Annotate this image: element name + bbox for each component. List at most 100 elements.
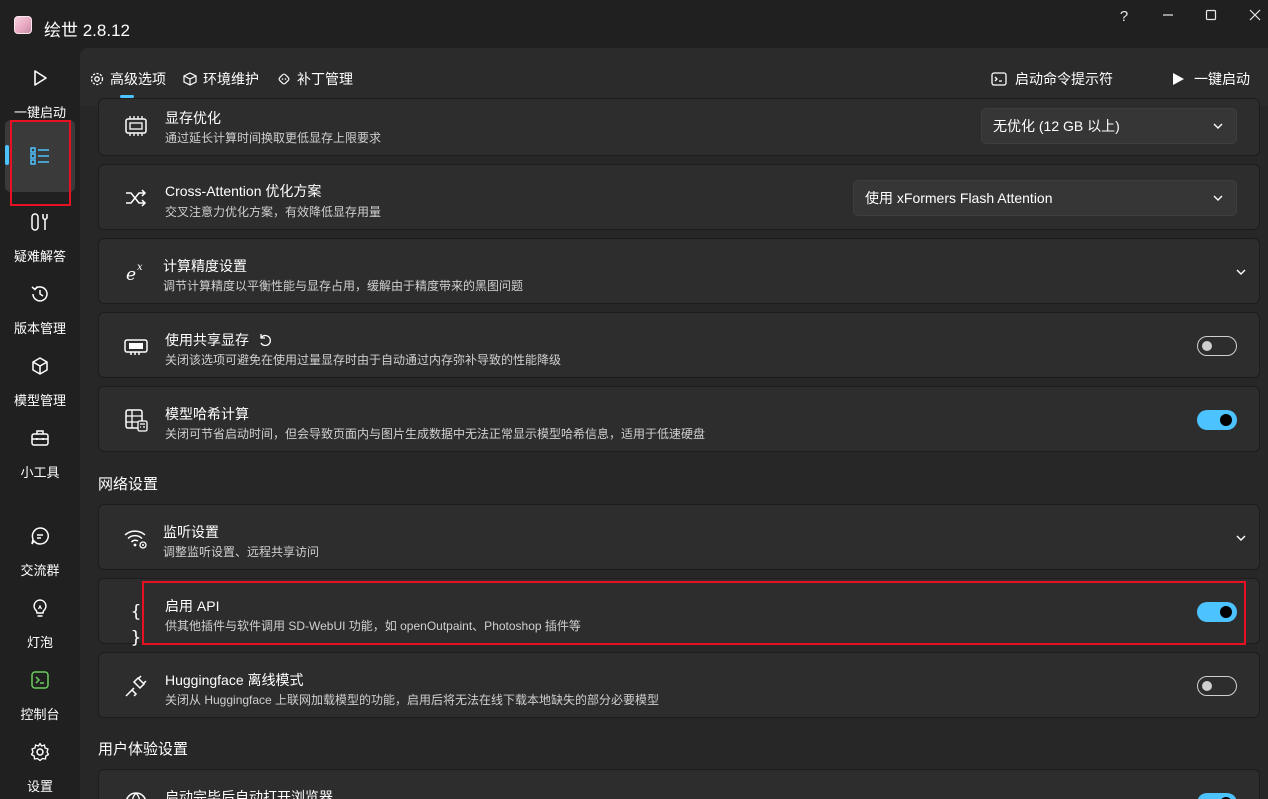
close-button[interactable] [1243, 6, 1267, 28]
sidebar: 一键启动 疑难解答 版本管理 模型管理 小工具 交流群 灯泡 控制台 设置 [0, 48, 80, 799]
setting-listen[interactable]: 监听设置 调整监听设置、远程共享访问 [98, 504, 1260, 570]
package-icon [183, 72, 197, 86]
patch-icon [278, 73, 290, 85]
setting-title: 模型哈希计算 [165, 406, 249, 422]
minimize-icon [1163, 14, 1173, 16]
tab-environment[interactable]: 环境维护 [183, 68, 259, 90]
setting-desc: 调节计算精度以平衡性能与显存占用，缓解由于精度带来的黑图问题 [163, 279, 524, 293]
setting-auto-browser: 启动完毕后自动打开浏览器 [98, 769, 1260, 799]
cube-icon [32, 357, 48, 375]
chevron-down-icon [1213, 195, 1223, 201]
play-icon [34, 70, 47, 86]
model-hash-toggle[interactable] [1197, 410, 1237, 430]
sidebar-item-community[interactable]: 交流群 [0, 520, 80, 588]
tab-patches[interactable]: 补丁管理 [277, 68, 353, 90]
sidebar-item-console[interactable]: 控制台 [0, 664, 80, 732]
launch-button[interactable]: 一键启动 [1170, 68, 1250, 90]
sidebar-item-label: 设置 [26, 779, 53, 794]
cross-attention-dropdown[interactable]: 使用 xFormers Flash Attention [853, 180, 1237, 216]
svg-text:e: e [126, 265, 136, 285]
sidebar-item-version[interactable]: 版本管理 [0, 278, 80, 346]
memory-chip-icon [125, 116, 147, 136]
open-console-label: 启动命令提示符 [1015, 71, 1113, 87]
exponent-icon: e x [126, 262, 143, 285]
braces-icon: { } [130, 602, 142, 648]
play-icon [1173, 73, 1184, 85]
sidebar-item-label: 控制台 [20, 707, 60, 722]
section-title-ux: 用户体验设置 [98, 741, 189, 758]
app-logo-icon [14, 16, 32, 34]
setting-api: { } 启用 API 供其他插件与软件调用 SD-WebUI 功能，如 open… [98, 578, 1260, 648]
sidebar-item-label: 一键启动 [13, 105, 66, 120]
setting-title: Huggingface 离线模式 [165, 672, 304, 688]
auto-browser-toggle[interactable] [1197, 793, 1237, 799]
setting-model-hash: 模型哈希计算 关闭可节省启动时间，但会导致页面内与图片生成数据中无法正常显示模型… [98, 386, 1260, 452]
sidebar-item-label: 灯泡 [26, 635, 53, 650]
globe-icon [126, 792, 146, 799]
sidebar-item-launch[interactable]: 一键启动 [0, 62, 80, 130]
setting-desc: 关闭可节省启动时间，但会导致页面内与图片生成数据中无法正常显示模型哈希信息，适用… [165, 427, 706, 441]
sidebar-item-bulb[interactable]: 灯泡 [0, 592, 80, 660]
setting-title: 启用 API [165, 598, 220, 614]
setting-desc: 交叉注意力优化方案，有效降低显存用量 [165, 205, 382, 219]
setting-hf-offline: Huggingface 离线模式 关闭从 Huggingface 上联网加载模型… [98, 652, 1260, 718]
setting-title: 使用共享显存 [165, 330, 271, 350]
toggle-knob [1202, 681, 1212, 691]
setting-title: 启动完毕后自动打开浏览器 [165, 789, 333, 799]
setting-precision[interactable]: e x 计算精度设置 调节计算精度以平衡性能与显存占用，缓解由于精度带来的黑图问… [98, 238, 1260, 304]
setting-title-text: 使用共享显存 [165, 332, 249, 348]
section-title-network: 网络设置 [98, 476, 159, 493]
sidebar-item-label: 疑难解答 [13, 249, 66, 264]
sidebar-item-advanced[interactable] [0, 140, 80, 208]
help-button[interactable]: ? [1112, 6, 1136, 28]
wrench-icon [31, 213, 48, 231]
shuffle-icon [126, 189, 147, 207]
setting-desc: 调整监听设置、远程共享访问 [163, 545, 320, 559]
toolbox-icon [31, 430, 49, 446]
app-title: 绘世 2.8.12 [44, 21, 130, 40]
list-icon [30, 147, 49, 165]
terminal-icon [991, 72, 1007, 86]
tab-advanced[interactable]: 高级选项 [90, 68, 166, 90]
gear-icon [30, 742, 50, 762]
vram-dropdown[interactable]: 无优化 (12 GB 以上) [981, 108, 1237, 144]
gpu-icon [124, 339, 148, 355]
shared-vram-toggle[interactable] [1197, 336, 1237, 356]
sidebar-item-settings[interactable]: 设置 [0, 736, 80, 799]
maximize-icon [1205, 9, 1217, 21]
console-icon [31, 671, 49, 689]
setting-shared-vram: 使用共享显存 关闭该选项可避免在使用过量显存时由于自动通过内存弥补导致的性能降级 [98, 312, 1260, 378]
settings-content: 显存优化 通过延长计算时间换取更低显存上限要求 无优化 (12 GB 以上) C… [80, 98, 1268, 799]
chevron-down-icon [1213, 123, 1223, 129]
sidebar-item-tools[interactable]: 小工具 [0, 422, 80, 490]
maximize-button[interactable] [1199, 6, 1223, 28]
wifi-settings-icon [124, 530, 147, 549]
setting-desc: 关闭该选项可避免在使用过量显存时由于自动通过内存弥补导致的性能降级 [165, 353, 562, 367]
setting-title: 显存优化 [165, 110, 221, 126]
tab-label: 环境维护 [203, 71, 259, 87]
toggle-knob [1202, 341, 1212, 351]
table-calc-icon [125, 409, 148, 432]
setting-title: 计算精度设置 [163, 258, 247, 274]
open-console-button[interactable]: 启动命令提示符 [991, 68, 1113, 90]
sidebar-item-label: 交流群 [20, 563, 60, 578]
toggle-knob [1220, 606, 1232, 618]
tab-label: 高级选项 [110, 71, 166, 87]
hf-offline-toggle[interactable] [1197, 676, 1237, 696]
setting-desc: 通过延长计算时间换取更低显存上限要求 [165, 131, 382, 145]
gear-icon [90, 72, 104, 86]
close-icon [1249, 9, 1261, 21]
launch-label: 一键启动 [1194, 71, 1250, 87]
sidebar-item-models[interactable]: 模型管理 [0, 350, 80, 418]
bulb-icon [33, 599, 47, 617]
api-toggle[interactable] [1197, 602, 1237, 622]
sidebar-item-troubleshoot[interactable]: 疑难解答 [0, 206, 80, 274]
main-panel: 高级选项 环境维护 补丁管理 启动命令提示符 一键启动 显存优化 通过延长计算时… [80, 48, 1268, 799]
setting-title: Cross-Attention 优化方案 [165, 183, 322, 199]
unplug-icon [125, 675, 147, 697]
dropdown-value: 无优化 (12 GB 以上) [993, 118, 1120, 134]
history-icon [31, 286, 48, 302]
minimize-button[interactable] [1156, 6, 1180, 28]
setting-desc: 供其他插件与软件调用 SD-WebUI 功能，如 openOutpaint、Ph… [165, 619, 581, 633]
tab-label: 补丁管理 [297, 71, 353, 87]
